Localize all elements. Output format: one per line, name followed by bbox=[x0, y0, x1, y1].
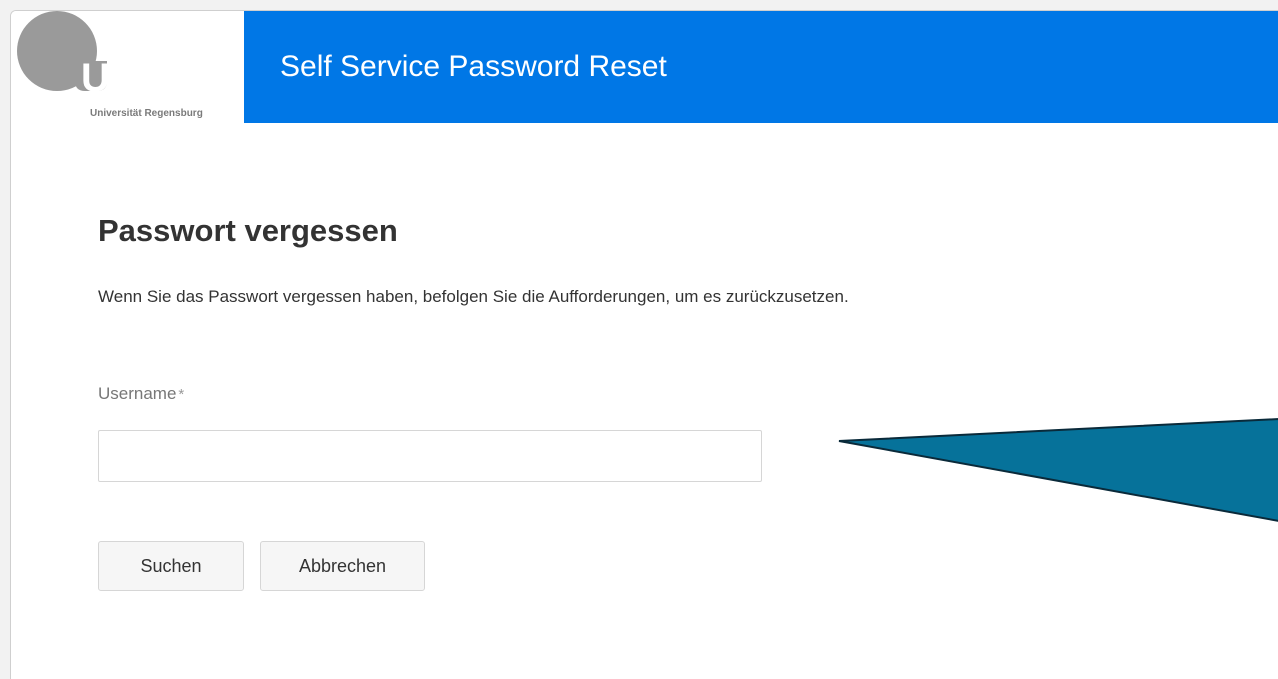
cancel-button[interactable]: Abbrechen bbox=[260, 541, 425, 591]
university-logo: UR Universität Regensburg bbox=[11, 11, 244, 123]
header-bar: Self Service Password Reset bbox=[244, 11, 1278, 123]
username-label: Username * bbox=[98, 384, 184, 404]
username-label-text: Username bbox=[98, 384, 177, 403]
search-button[interactable]: Suchen bbox=[98, 541, 244, 591]
username-input[interactable] bbox=[98, 430, 762, 482]
intro-text: Wenn Sie das Passwort vergessen haben, b… bbox=[98, 287, 849, 306]
ur-logo-mark: UR bbox=[17, 11, 139, 100]
browser-frame: UR Universität Regensburg Self Service P… bbox=[10, 10, 1278, 679]
app-title: Self Service Password Reset bbox=[280, 50, 667, 83]
required-marker: * bbox=[178, 386, 185, 403]
page-title: Passwort vergessen bbox=[98, 213, 398, 248]
ur-logo-text: UR bbox=[81, 56, 139, 100]
logo-caption: Universität Regensburg bbox=[90, 108, 203, 119]
